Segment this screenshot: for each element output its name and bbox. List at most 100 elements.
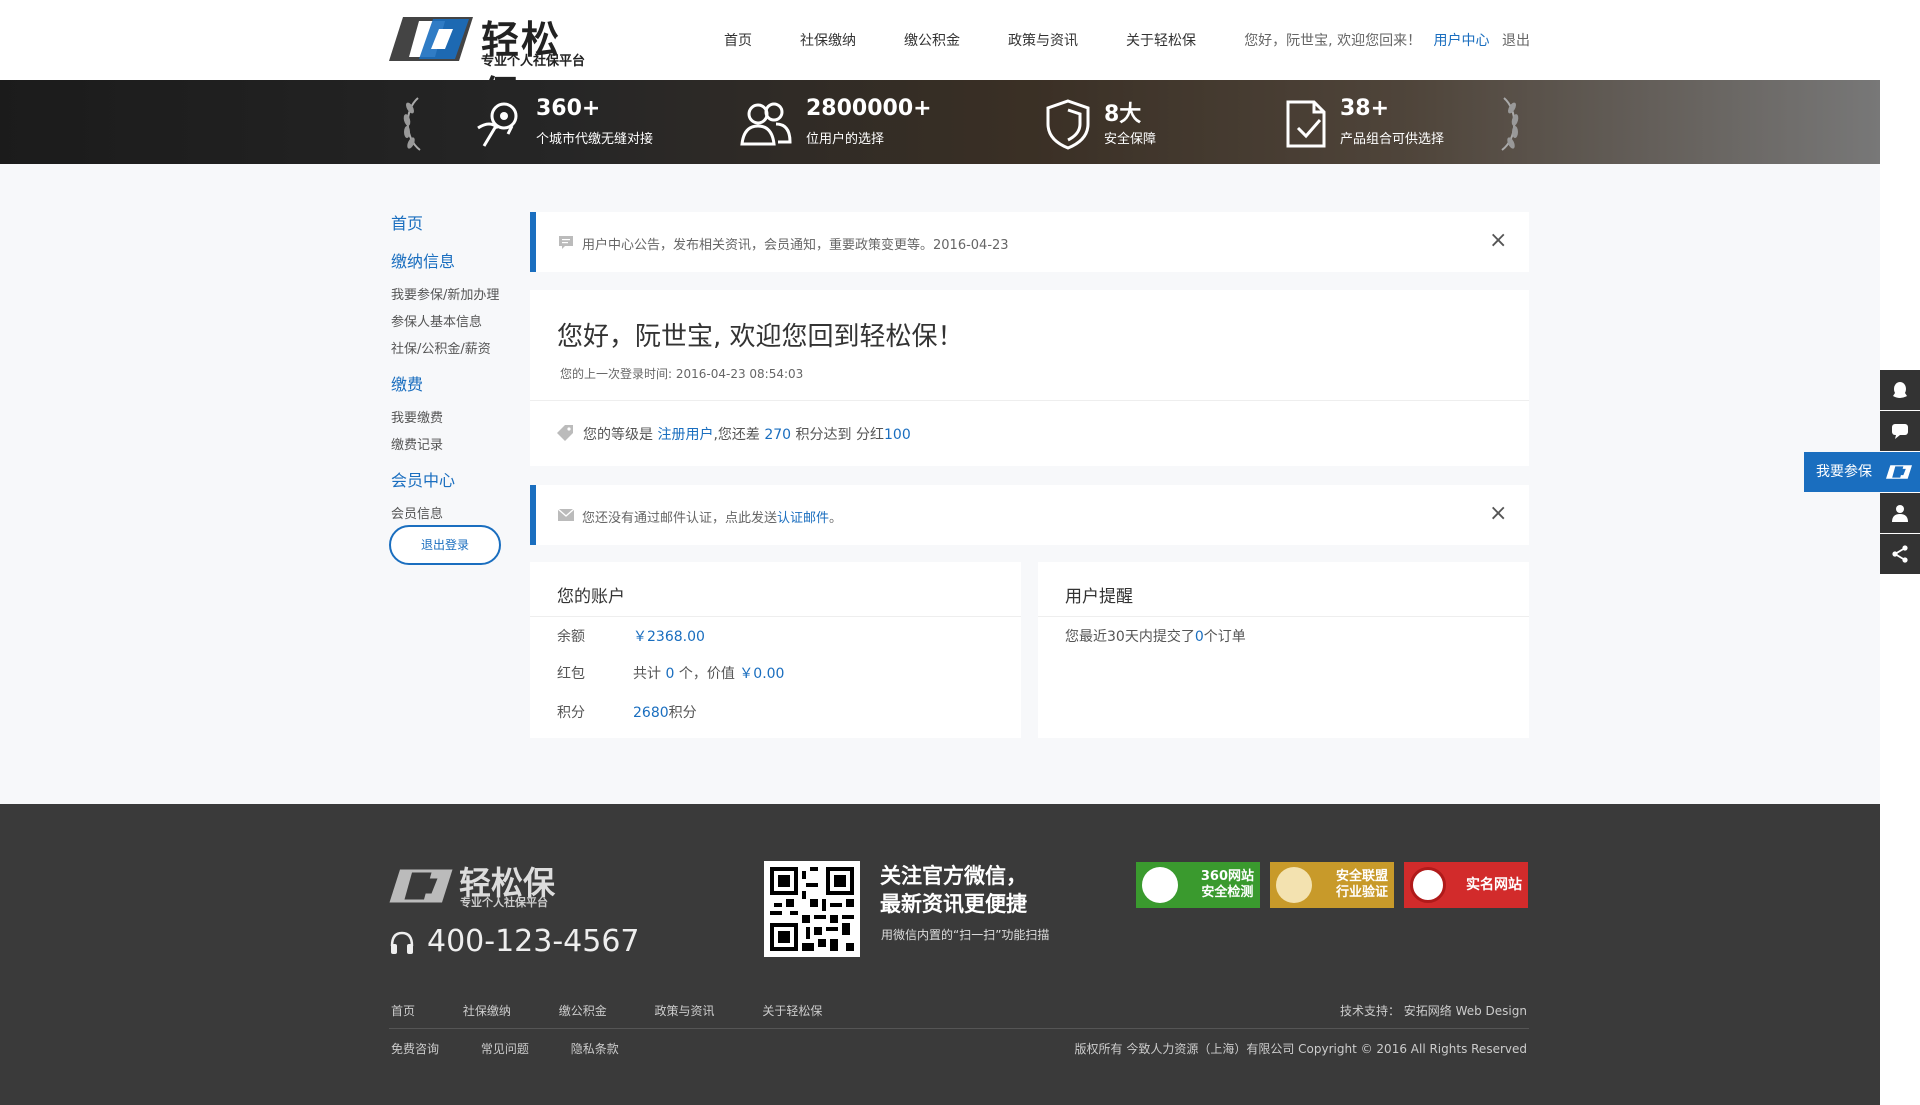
tech-support: 技术支持： 安拓网络 Web Design bbox=[1339, 1004, 1527, 1018]
sidebar-item-pay[interactable]: 我要缴费 bbox=[391, 407, 521, 426]
stat-security-number: 8大 bbox=[1104, 102, 1142, 127]
logo-mark-icon bbox=[389, 17, 473, 61]
redpacket-row: 红包 共计 0 个，价值 ￥0.00 bbox=[557, 666, 785, 682]
footer-logo[interactable]: 轻松保 专业个人社保平台 bbox=[389, 864, 589, 914]
balance-value: ￥2368.00 bbox=[633, 629, 705, 645]
user-center-link[interactable]: 用户中心 bbox=[1434, 33, 1490, 49]
badge-real-name-site[interactable]: 实名网站 bbox=[1404, 862, 1528, 908]
wechat-title: 关注官方微信， 最新资讯更便捷 bbox=[880, 864, 1027, 916]
nav-social-insurance[interactable]: 社保缴纳 bbox=[800, 30, 856, 50]
header: 轻松保 专业个人社保平台 首页 社保缴纳 缴公积金 政策与资讯 关于轻松保 您好… bbox=[0, 0, 1880, 117]
document-check-icon bbox=[1286, 100, 1326, 148]
page: 轻松保 专业个人社保平台 首页 社保缴纳 缴公积金 政策与资讯 关于轻松保 您好… bbox=[0, 0, 1880, 1105]
user-button[interactable] bbox=[1880, 493, 1920, 533]
order-count: 0 bbox=[1194, 629, 1204, 645]
balance-row: 余额 ￥2368.00 bbox=[557, 629, 705, 645]
reminder-panel: 用户提醒 您最近30天内提交了0个订单 bbox=[1038, 562, 1529, 738]
email-verify-notice: 您还没有通过邮件认证，点此发送认证邮件。 × bbox=[530, 485, 1529, 545]
message-icon bbox=[559, 236, 573, 249]
sidebar-item-insured-info[interactable]: 参保人基本信息 bbox=[391, 311, 521, 330]
user-greeting: 您好，阮世宝, 欢迎您回来！ bbox=[1244, 33, 1422, 49]
redpacket-value: ￥0.00 bbox=[739, 666, 785, 682]
stat-users: 2800000+ 位用户的选择 bbox=[740, 94, 940, 154]
footer-link-faq[interactable]: 常见问题 bbox=[481, 1042, 529, 1056]
footer-link-about[interactable]: 关于轻松保 bbox=[762, 1004, 822, 1018]
sidebar-home[interactable]: 首页 bbox=[391, 210, 521, 234]
enroll-cta-button[interactable]: 我要参保 bbox=[1804, 452, 1920, 492]
user-bar: 您好，阮世宝, 欢迎您回来！ 用户中心 退出 bbox=[1244, 30, 1530, 50]
qr-code-icon bbox=[770, 867, 854, 951]
chat-button[interactable] bbox=[1880, 411, 1920, 451]
share-icon bbox=[1892, 545, 1908, 563]
users-icon bbox=[740, 102, 792, 146]
sidebar-item-pay-records[interactable]: 缴费记录 bbox=[391, 434, 521, 453]
points-value: 2680 bbox=[633, 705, 669, 721]
badge-security-alliance[interactable]: 安全联盟 行业验证 bbox=[1270, 862, 1394, 908]
laurel-left-icon bbox=[403, 97, 421, 151]
announcement-text: 用户中心公告，发布相关资讯，会员通知，重要政策变更等。2016-04-23 bbox=[582, 238, 1009, 253]
footer-link-policy[interactable]: 政策与资讯 bbox=[655, 1004, 715, 1018]
reminder-title: 用户提醒 bbox=[1065, 587, 1133, 607]
footer-link-privacy[interactable]: 隐私条款 bbox=[571, 1042, 619, 1056]
stat-users-number: 2800000+ bbox=[806, 96, 932, 121]
stat-cities: 360+ 个城市代缴无缝对接 bbox=[474, 94, 674, 154]
user-icon bbox=[1892, 505, 1908, 522]
logo-tagline: 专业个人社保平台 bbox=[481, 54, 586, 69]
stat-users-label: 位用户的选择 bbox=[806, 132, 885, 147]
sidebar: 首页 缴纳信息 我要参保/新加办理 参保人基本信息 社保/公积金/薪资 缴费 我… bbox=[391, 210, 521, 530]
welcome-title: 您好，阮世宝, 欢迎您回到轻松保！ bbox=[557, 322, 964, 352]
email-verify-text: 您还没有通过邮件认证，点此发送认证邮件。 bbox=[582, 511, 843, 526]
footer-link-consult[interactable]: 免费咨询 bbox=[391, 1042, 439, 1056]
logout-link[interactable]: 退出 bbox=[1502, 33, 1530, 49]
badge-360-security[interactable]: 360网站 安全检测 bbox=[1136, 862, 1260, 908]
footer: 轻松保 专业个人社保平台 400-123-4567 关注官方微信， 最新资讯更便… bbox=[0, 804, 1880, 1105]
verified-v-icon bbox=[1276, 867, 1312, 903]
headset-icon bbox=[390, 931, 414, 954]
footer-link-social[interactable]: 社保缴纳 bbox=[463, 1004, 511, 1018]
copyright: 版权所有 今致人力资源（上海）有限公司 Copyright © 2016 All… bbox=[1074, 1042, 1527, 1056]
stat-products-number: 38+ bbox=[1340, 96, 1390, 121]
points-row: 积分 2680积分 bbox=[557, 705, 697, 721]
reminder-text: 您最近30天内提交了0个订单 bbox=[1065, 629, 1246, 645]
nav-about[interactable]: 关于轻松保 bbox=[1126, 30, 1196, 50]
stat-products-label: 产品组合可供选择 bbox=[1340, 132, 1445, 147]
shield-icon bbox=[1046, 99, 1090, 150]
close-icon[interactable]: × bbox=[1489, 230, 1507, 252]
chat-bubble-icon bbox=[1892, 424, 1908, 439]
laurel-right-icon bbox=[1501, 97, 1519, 151]
share-button[interactable] bbox=[1880, 534, 1920, 574]
sidebar-item-enroll[interactable]: 我要参保/新加办理 bbox=[391, 284, 521, 303]
hotline-number: 400-123-4567 bbox=[427, 924, 640, 959]
nav-housing-fund[interactable]: 缴公积金 bbox=[904, 30, 960, 50]
location-pin-icon bbox=[477, 102, 518, 147]
nav-policy-news[interactable]: 政策与资讯 bbox=[1008, 30, 1078, 50]
member-level-info: 您的等级是 注册用户,您还差 270 积分达到 分红100 bbox=[583, 427, 911, 443]
site-logo[interactable]: 轻松保 专业个人社保平台 bbox=[389, 13, 589, 117]
stat-security: 8大 安全保障 bbox=[1042, 94, 1202, 154]
qq-button[interactable] bbox=[1880, 370, 1920, 410]
sidebar-section-pay[interactable]: 缴费 bbox=[391, 371, 521, 395]
member-level[interactable]: 注册用户 bbox=[657, 427, 713, 443]
footer-help-links: 免费咨询 常见问题 隐私条款 bbox=[391, 1040, 657, 1057]
footer-logo-mark-icon bbox=[389, 869, 453, 903]
points-needed: 270 bbox=[764, 427, 792, 443]
stat-products: 38+ 产品组合可供选择 bbox=[1280, 94, 1480, 154]
account-title: 您的账户 bbox=[557, 587, 625, 607]
sidebar-section-payment-info[interactable]: 缴纳信息 bbox=[391, 248, 521, 272]
next-level-value: 100 bbox=[884, 427, 911, 443]
close-icon[interactable]: × bbox=[1489, 503, 1507, 525]
wechat-subtitle: 用微信内置的“扫一扫”功能扫描 bbox=[881, 928, 1050, 942]
footer-link-home[interactable]: 首页 bbox=[391, 1004, 415, 1018]
logout-button[interactable]: 退出登录 bbox=[389, 525, 501, 565]
send-verify-email-link[interactable]: 认证邮件 bbox=[777, 511, 829, 526]
sidebar-item-fund-salary[interactable]: 社保/公积金/薪资 bbox=[391, 338, 521, 357]
certified-seal-icon bbox=[1410, 867, 1446, 903]
stat-security-label: 安全保障 bbox=[1104, 132, 1157, 147]
stats-banner: 360+ 个城市代缴无缝对接 2800000+ 位用户的选择 8大 安全保障 3… bbox=[0, 80, 1880, 164]
tag-icon bbox=[557, 425, 573, 441]
footer-link-fund[interactable]: 缴公积金 bbox=[559, 1004, 607, 1018]
nav-home[interactable]: 首页 bbox=[724, 30, 752, 50]
sidebar-item-member-info[interactable]: 会员信息 bbox=[391, 503, 521, 522]
sidebar-section-member[interactable]: 会员中心 bbox=[391, 467, 521, 491]
wechat-qr-code bbox=[764, 861, 860, 957]
